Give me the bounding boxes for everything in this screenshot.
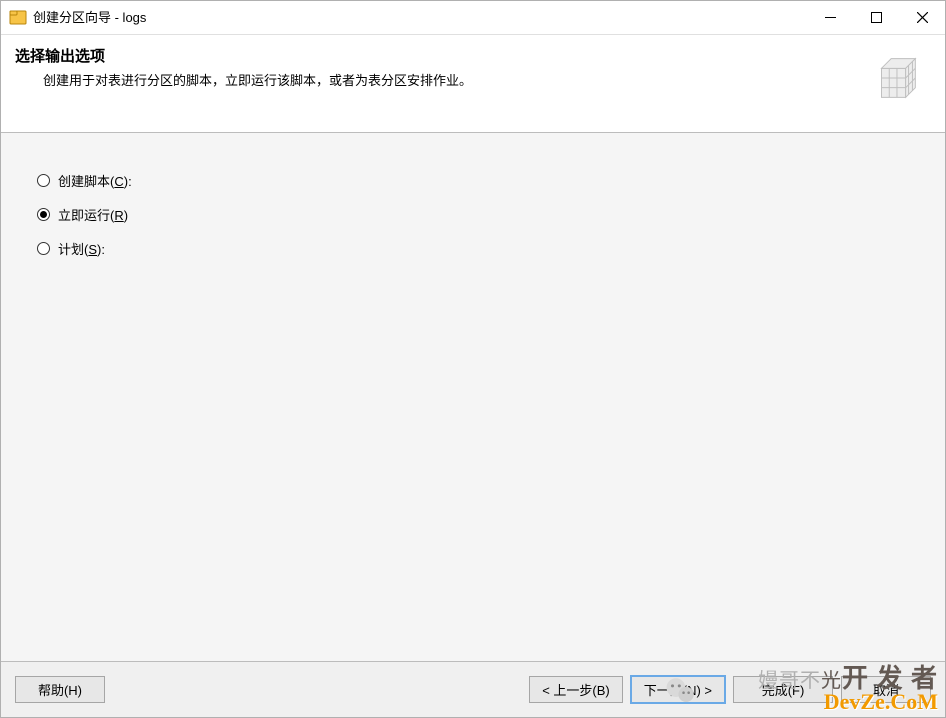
radio-schedule[interactable]: 计划(S): (37, 237, 909, 259)
radio-icon-selected (37, 208, 50, 221)
title-bar: 创建分区向导 - logs (1, 1, 945, 35)
cube-icon (867, 49, 925, 107)
window-title: 创建分区向导 - logs (33, 1, 807, 35)
wizard-window: 创建分区向导 - logs 选择输出选项 创建用于对表进行分区的脚本，立即运行该… (0, 0, 946, 718)
page-subtitle: 创建用于对表进行分区的脚本，立即运行该脚本，或者为表分区安排作业。 (43, 70, 867, 89)
header-text: 选择输出选项 创建用于对表进行分区的脚本，立即运行该脚本，或者为表分区安排作业。 (15, 43, 867, 89)
radio-run-now[interactable]: 立即运行(R) (37, 203, 909, 225)
cancel-button[interactable]: 取消 (841, 676, 931, 703)
radio-icon (37, 174, 50, 187)
app-icon (9, 9, 27, 27)
finish-button[interactable]: 完成(F) (733, 676, 833, 703)
back-button[interactable]: < 上一步(B) (529, 676, 623, 703)
next-button[interactable]: 下一步(N) > (631, 676, 725, 703)
maximize-button[interactable] (853, 1, 899, 35)
radio-icon (37, 242, 50, 255)
content-area: 创建脚本(C): 立即运行(R) 计划(S): (1, 133, 945, 661)
nav-button-group: < 上一步(B) 下一步(N) > 完成(F) 取消 (521, 676, 931, 703)
header-panel: 选择输出选项 创建用于对表进行分区的脚本，立即运行该脚本，或者为表分区安排作业。 (1, 35, 945, 133)
help-button[interactable]: 帮助(H) (15, 676, 105, 703)
radio-label: 创建脚本(C): (58, 171, 132, 190)
page-title: 选择输出选项 (15, 45, 867, 66)
radio-label: 立即运行(R) (58, 205, 128, 224)
radio-create-script[interactable]: 创建脚本(C): (37, 169, 909, 191)
minimize-button[interactable] (807, 1, 853, 35)
footer-bar: 帮助(H) < 上一步(B) 下一步(N) > 完成(F) 取消 (1, 661, 945, 717)
radio-label: 计划(S): (58, 239, 105, 258)
close-button[interactable] (899, 1, 945, 35)
